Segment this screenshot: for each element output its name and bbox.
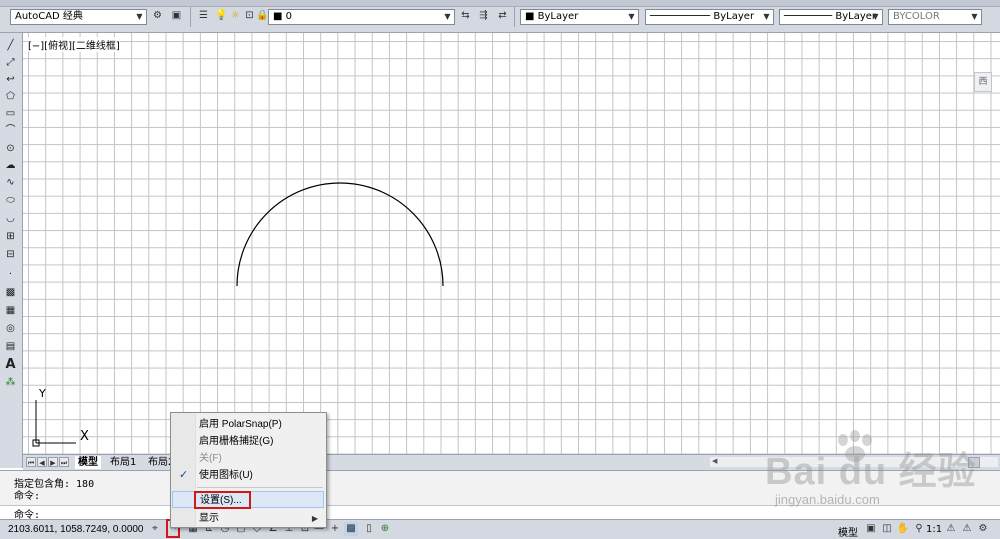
menu-item-use-icons[interactable]: ✓ 使用图标(U) bbox=[172, 467, 324, 484]
annotation-scale-value[interactable]: 1:1 bbox=[926, 524, 942, 535]
submenu-arrow-icon: ▶ bbox=[311, 514, 318, 523]
infer-constraints-icon[interactable]: ⌖ bbox=[148, 522, 162, 536]
tab-prev-icon[interactable]: ◀ bbox=[37, 457, 47, 467]
menu-separator bbox=[197, 487, 323, 488]
workspace-switch-icon[interactable]: ⚙ bbox=[976, 522, 990, 536]
scroll-left-icon[interactable]: ◀ bbox=[712, 457, 717, 465]
coordinate-readout[interactable]: 2103.6011, 1058.7249, 0.0000 bbox=[8, 524, 144, 535]
pan-icon[interactable]: ✋ bbox=[896, 522, 910, 536]
annotation-scale-icon[interactable]: ⚲ bbox=[912, 522, 926, 536]
semicircle-arc bbox=[236, 182, 444, 287]
ucs-y-label: Y bbox=[39, 387, 46, 400]
tab-layout1[interactable]: 布局1 bbox=[107, 456, 139, 469]
menu-item-use-icons-label: 使用图标(U) bbox=[199, 470, 253, 481]
quick-view-drawings-icon[interactable]: ◫ bbox=[880, 522, 894, 536]
menu-item-off[interactable]: 关(F) bbox=[172, 450, 324, 467]
ucs-x-label: X bbox=[80, 429, 89, 444]
ucs-icon bbox=[32, 400, 76, 447]
tab-last-icon[interactable]: ⏭ bbox=[59, 457, 69, 467]
command-input[interactable]: 命令: bbox=[0, 505, 1000, 521]
scroll-thumb[interactable] bbox=[968, 457, 980, 468]
horizontal-scrollbar[interactable]: ◀ bbox=[710, 457, 998, 468]
tab-model[interactable]: 模型 bbox=[75, 456, 101, 469]
highlight-box-settings bbox=[194, 491, 251, 509]
annotation-visibility-icon[interactable]: ⚠ bbox=[944, 522, 958, 536]
snap-context-menu: 启用 PolarSnap(P) 启用栅格捕捉(G) 关(F) ✓ 使用图标(U)… bbox=[170, 412, 327, 528]
tab-next-icon[interactable]: ▶ bbox=[48, 457, 58, 467]
menu-item-enable-polarsnap[interactable]: 启用 PolarSnap(P) bbox=[172, 416, 324, 433]
quick-properties-icon[interactable]: ▩ bbox=[344, 522, 358, 536]
auto-scale-icon[interactable]: ⚠ bbox=[960, 522, 974, 536]
selection-cycling-icon[interactable]: ▯ bbox=[362, 522, 376, 536]
command-history-line: 命令: bbox=[14, 491, 41, 502]
menu-item-display[interactable]: 显示 ▶ bbox=[172, 510, 324, 527]
quick-view-layouts-icon[interactable]: ▣ bbox=[864, 522, 878, 536]
transparency-icon[interactable]: + bbox=[328, 522, 342, 536]
status-bar: 2103.6011, 1058.7249, 0.0000 ⌖ ⋯ ▦ ⊾ ◔ ▢… bbox=[0, 519, 1000, 539]
menu-item-display-label: 显示 bbox=[199, 513, 219, 524]
checkmark-icon: ✓ bbox=[179, 469, 189, 481]
annotation-monitor-icon[interactable]: ⊕ bbox=[378, 522, 392, 536]
tab-first-icon[interactable]: ⏮ bbox=[26, 457, 36, 467]
menu-item-enable-grid-snap[interactable]: 启用栅格捕捉(G) bbox=[172, 433, 324, 450]
model-space-label[interactable]: 模型 bbox=[838, 524, 858, 539]
